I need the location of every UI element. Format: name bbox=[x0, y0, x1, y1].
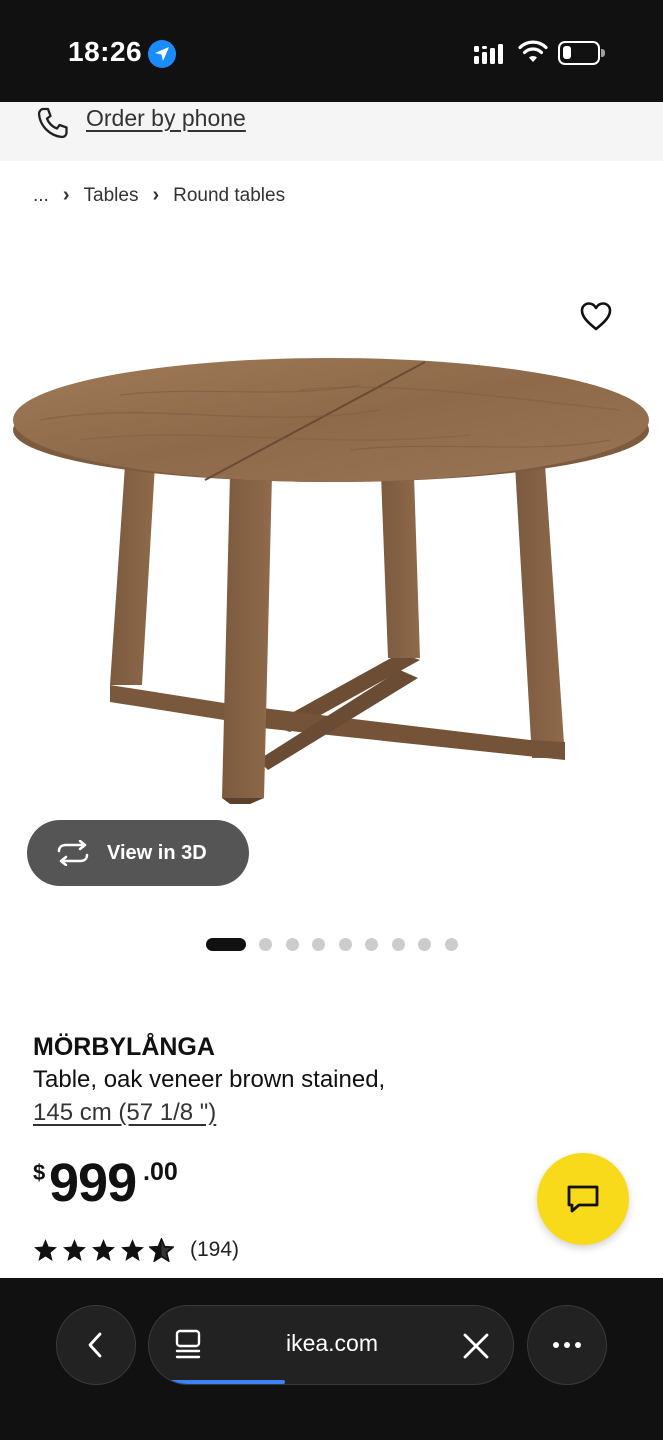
order-by-phone-bar: Order by phone bbox=[0, 102, 663, 161]
product-image bbox=[13, 358, 649, 804]
price-integer: 999 bbox=[49, 1153, 137, 1213]
product-size-link[interactable]: 145 cm (57 1/8 ") bbox=[33, 1099, 216, 1127]
carousel-dot[interactable] bbox=[259, 938, 272, 951]
more-icon bbox=[553, 1342, 581, 1348]
back-icon bbox=[88, 1332, 102, 1358]
signal-icon bbox=[474, 44, 503, 64]
wifi-icon bbox=[518, 40, 548, 62]
chevron-right-icon: › bbox=[62, 184, 70, 206]
heart-icon[interactable] bbox=[578, 298, 614, 334]
price-currency: $ bbox=[33, 1160, 46, 1185]
product-name: MÖRBYLÅNGA bbox=[33, 1033, 215, 1061]
chat-button[interactable] bbox=[537, 1153, 629, 1245]
url-domain: ikea.com bbox=[285, 1330, 379, 1356]
status-time: 18:26 bbox=[68, 36, 143, 67]
star-icon bbox=[34, 1239, 57, 1261]
product-rating[interactable]: (194) bbox=[33, 1238, 239, 1262]
carousel-dot[interactable] bbox=[285, 938, 299, 951]
phone-icon bbox=[37, 107, 68, 139]
star-icon bbox=[121, 1239, 144, 1261]
chevron-right-icon: › bbox=[152, 184, 160, 206]
carousel-dot[interactable] bbox=[312, 938, 325, 951]
status-bar: 18:26 bbox=[0, 0, 663, 102]
back-button[interactable] bbox=[56, 1305, 136, 1385]
carousel-dot[interactable] bbox=[418, 938, 431, 951]
order-by-phone-link[interactable]: Order by phone bbox=[86, 105, 246, 132]
rotate-3d-icon bbox=[57, 840, 89, 866]
breadcrumb-ellipsis[interactable]: ... bbox=[33, 185, 49, 207]
carousel-dot[interactable] bbox=[444, 938, 458, 951]
browser-toolbar: ikea.com bbox=[0, 1278, 663, 1440]
carousel-dot[interactable] bbox=[391, 938, 405, 951]
carousel-dot[interactable] bbox=[365, 938, 378, 951]
view-in-3d-label: View in 3D bbox=[107, 841, 207, 864]
price-decimals: .00 bbox=[143, 1158, 178, 1186]
page-load-progress bbox=[169, 1380, 285, 1384]
view-in-3d-button[interactable]: View in 3D bbox=[27, 820, 249, 886]
star-icon bbox=[92, 1239, 115, 1261]
chat-icon bbox=[567, 1185, 599, 1213]
rating-count: (194) bbox=[190, 1238, 240, 1261]
close-icon[interactable] bbox=[462, 1332, 490, 1360]
battery-icon bbox=[558, 41, 605, 65]
location-arrow-icon bbox=[148, 40, 176, 68]
star-half-icon bbox=[149, 1238, 174, 1262]
more-button[interactable] bbox=[527, 1305, 607, 1385]
product-description: Table, oak veneer brown stained, bbox=[33, 1066, 386, 1093]
breadcrumb-item-tables[interactable]: Tables bbox=[84, 185, 139, 207]
address-bar[interactable]: ikea.com bbox=[148, 1305, 514, 1385]
carousel-indicator bbox=[206, 938, 471, 951]
breadcrumb: ... › Tables › Round tables bbox=[33, 184, 285, 207]
star-icon bbox=[63, 1239, 86, 1261]
breadcrumb-item-round-tables[interactable]: Round tables bbox=[173, 185, 285, 207]
carousel-dot[interactable] bbox=[206, 938, 246, 951]
carousel-dot[interactable] bbox=[338, 938, 352, 951]
